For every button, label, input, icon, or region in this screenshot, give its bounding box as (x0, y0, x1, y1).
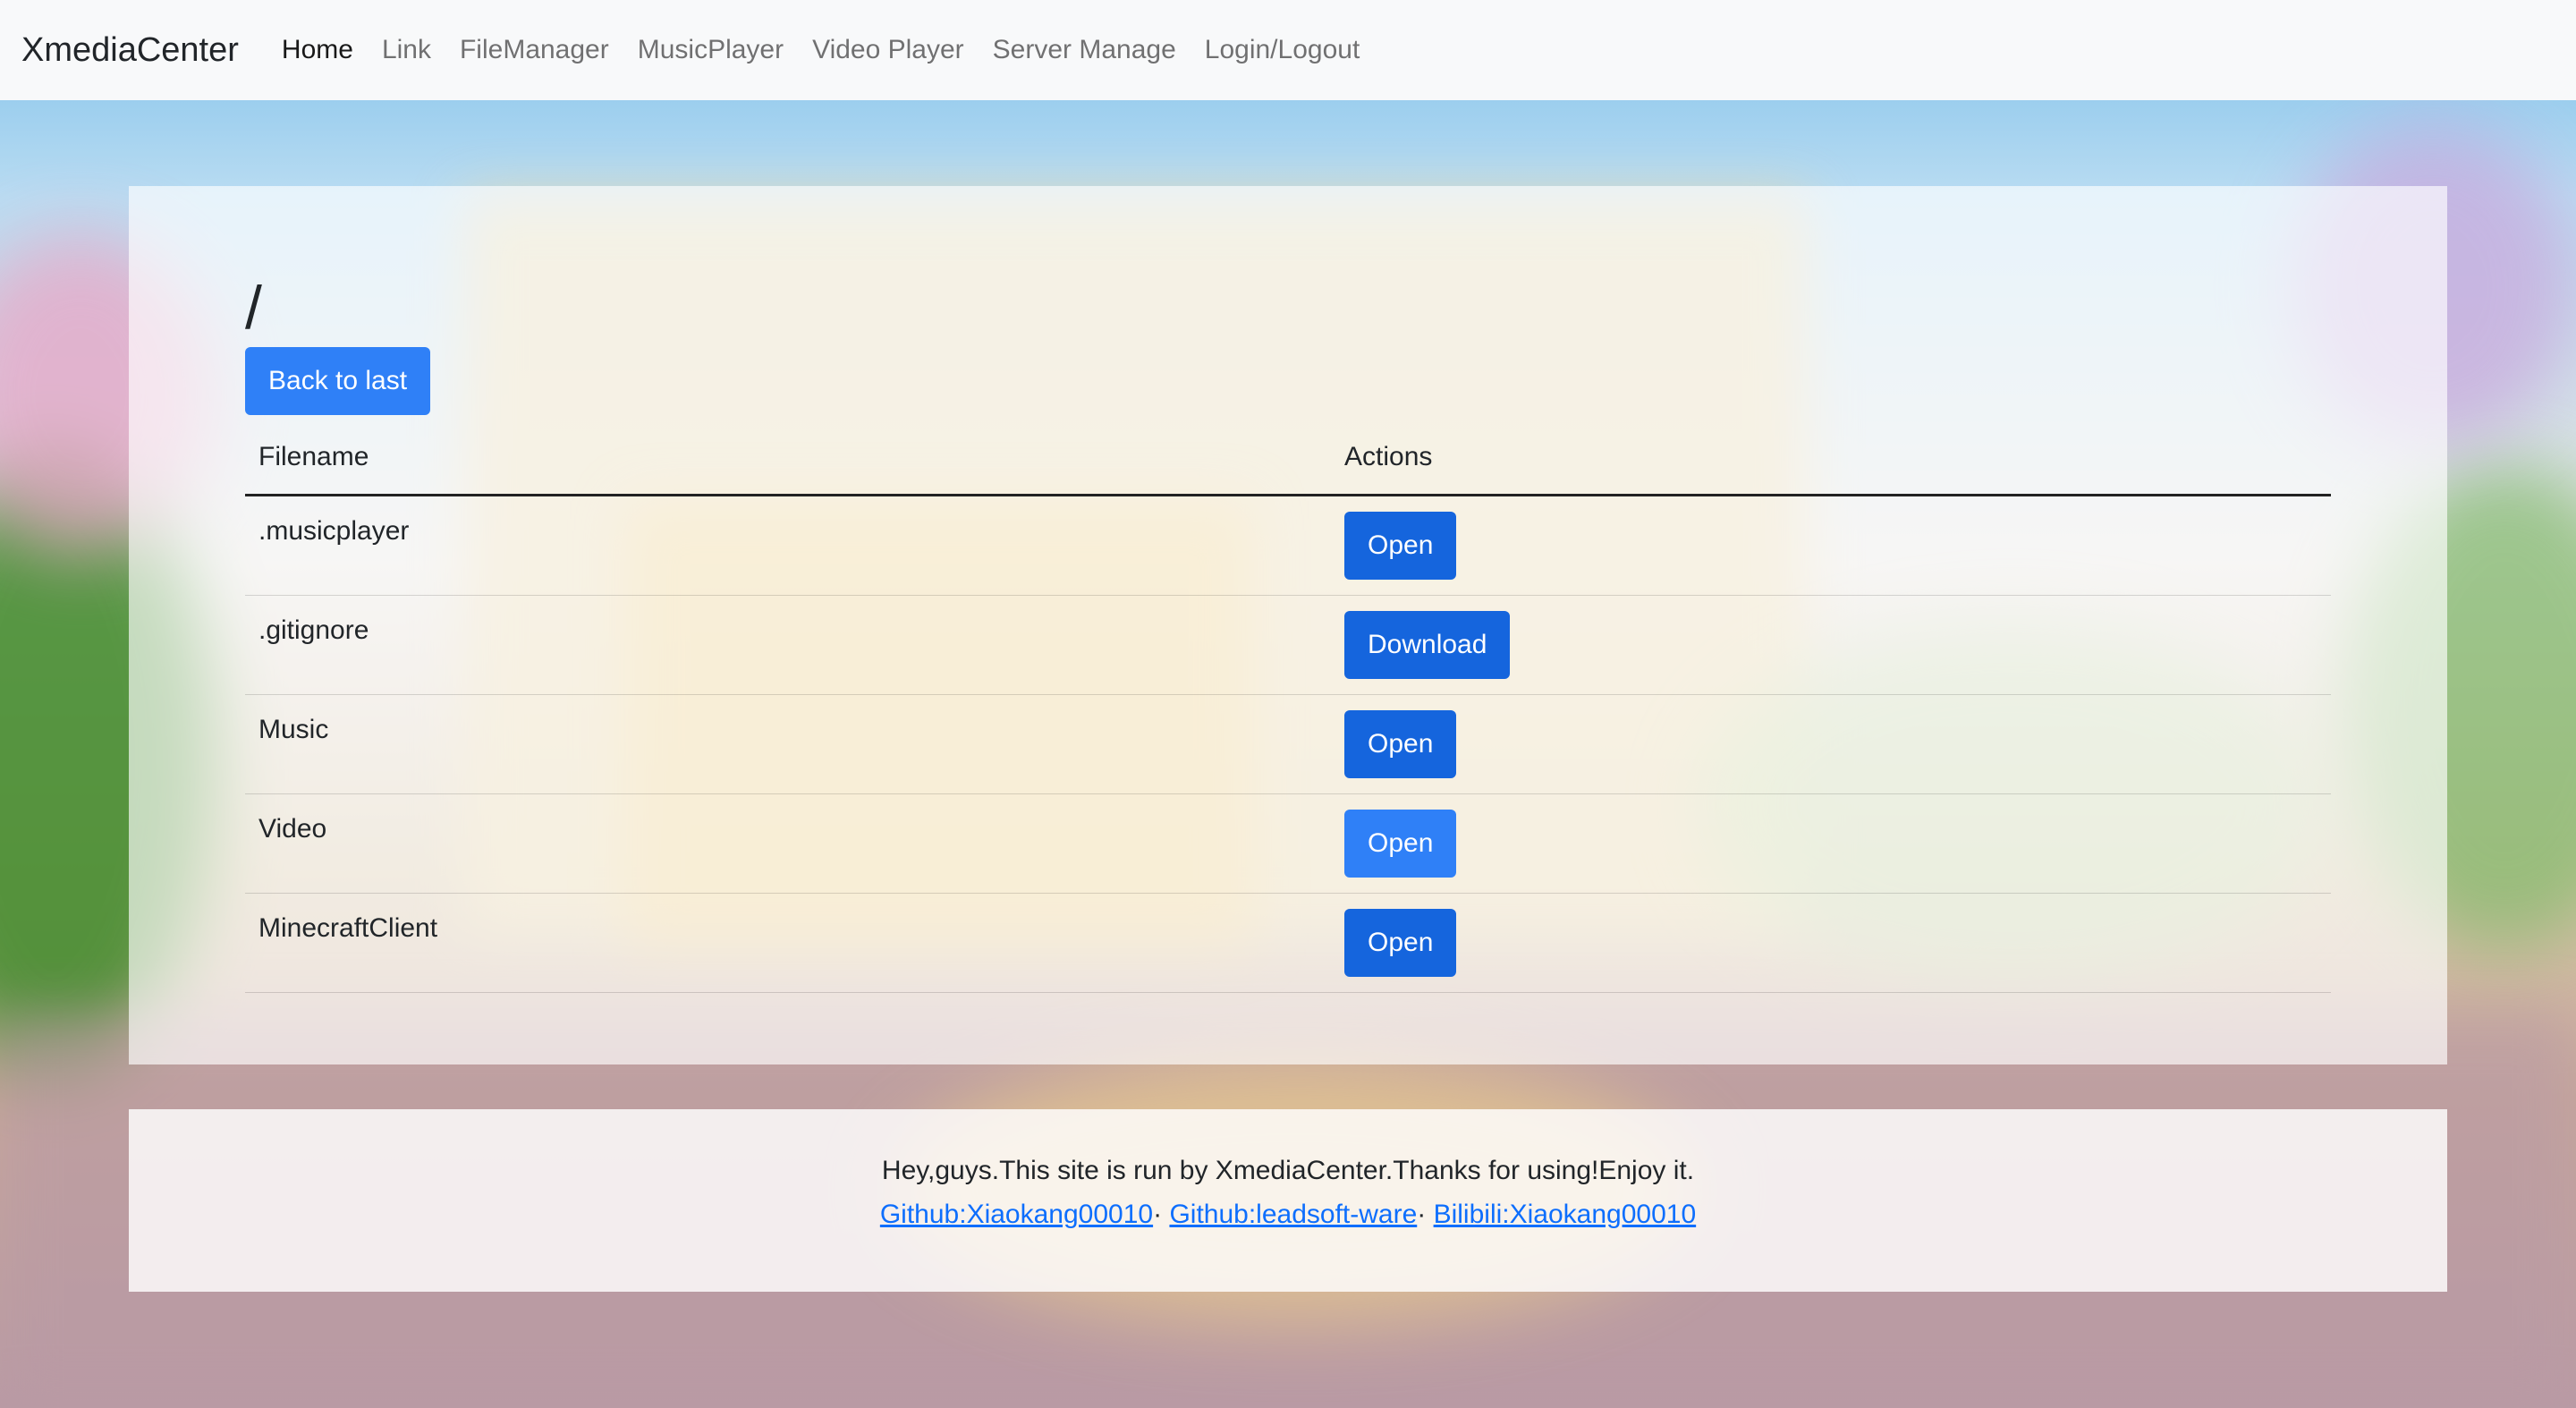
current-path-title: / (245, 274, 262, 342)
file-name: Video (258, 814, 327, 844)
nav-item-filemanager[interactable]: FileManager (460, 35, 609, 65)
table-row: MinecraftClient Open (245, 894, 2331, 993)
nav-item-login-logout[interactable]: Login/Logout (1205, 35, 1360, 65)
table-row: .musicplayer Open (245, 496, 2331, 596)
open-button[interactable]: Open (1344, 909, 1457, 977)
file-name: .musicplayer (258, 516, 410, 546)
nav-item-musicplayer[interactable]: MusicPlayer (638, 35, 784, 65)
nav-item-link[interactable]: Link (382, 35, 431, 65)
footer-links: Github:Xiaokang00010· Github:leadsoft-wa… (129, 1190, 2447, 1240)
open-button[interactable]: Open (1344, 710, 1457, 778)
back-to-last-button[interactable]: Back to last (245, 347, 431, 415)
top-navbar: XmediaCenter Home Link FileManager Music… (0, 0, 2576, 100)
file-name: Music (258, 715, 329, 744)
file-manager-card: / Back to last Filename Actions .musicpl… (129, 186, 2447, 1064)
column-header-filename: Filename (258, 442, 369, 471)
github-xiaokang-link[interactable]: Github:Xiaokang00010 (880, 1200, 1153, 1229)
table-row: .gitignore Download (245, 596, 2331, 695)
table-row: Music Open (245, 695, 2331, 794)
brand-logo[interactable]: XmediaCenter (21, 31, 239, 70)
open-button[interactable]: Open (1344, 512, 1457, 580)
open-button[interactable]: Open (1344, 810, 1457, 878)
table-header: Filename Actions (245, 419, 2331, 496)
nav-item-server-manage[interactable]: Server Manage (993, 35, 1176, 65)
link-separator: · (1153, 1200, 1163, 1229)
table-row: Video Open (245, 794, 2331, 894)
download-button[interactable]: Download (1344, 611, 1511, 679)
file-table: Filename Actions .musicplayer Open .giti… (245, 419, 2331, 993)
table-body: .musicplayer Open .gitignore Download Mu… (245, 496, 2331, 993)
github-leadsoft-link[interactable]: Github:leadsoft-ware (1169, 1200, 1417, 1229)
footer-message: Hey,guys.This site is run by XmediaCente… (881, 1156, 1695, 1185)
nav-item-home[interactable]: Home (282, 35, 353, 65)
bilibili-xiaokang-link[interactable]: Bilibili:Xiaokang00010 (1434, 1200, 1697, 1229)
file-name: .gitignore (258, 615, 369, 645)
footer-card: Hey,guys.This site is run by XmediaCente… (129, 1109, 2447, 1292)
column-header-actions: Actions (1344, 442, 1433, 471)
link-separator: · (1417, 1200, 1427, 1229)
nav-item-video-player[interactable]: Video Player (812, 35, 964, 65)
file-name: MinecraftClient (258, 913, 438, 943)
